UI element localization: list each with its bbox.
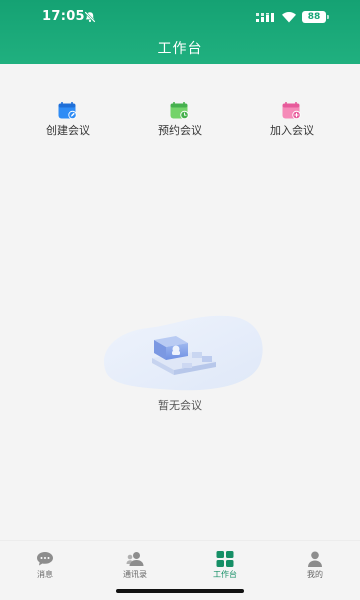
join-meeting-button[interactable]: 加入会议 bbox=[252, 100, 332, 140]
tab-messages-label: 消息 bbox=[37, 570, 53, 579]
message-bubble-icon bbox=[37, 552, 53, 566]
bell-muted-icon bbox=[84, 11, 96, 23]
app-header: 17:05 88 工作台 bbox=[0, 0, 360, 64]
schedule-meeting-label: 预约会议 bbox=[158, 124, 202, 137]
home-indicator[interactable] bbox=[116, 589, 244, 593]
schedule-meeting-icon bbox=[170, 102, 189, 120]
tab-workspace-label: 工作台 bbox=[213, 570, 237, 579]
tab-mine-label: 我的 bbox=[307, 570, 323, 579]
empty-state-text: 暂无会议 bbox=[158, 399, 202, 412]
empty-meeting-illustration bbox=[103, 315, 263, 391]
contacts-icon bbox=[126, 552, 144, 566]
battery-level: 88 bbox=[302, 11, 326, 23]
status-time: 17:05 bbox=[42, 9, 85, 24]
create-meeting-label: 创建会议 bbox=[46, 124, 90, 137]
status-bar: 17:05 88 bbox=[0, 0, 360, 34]
workspace-grid-icon bbox=[216, 551, 234, 567]
schedule-meeting-button[interactable]: 预约会议 bbox=[140, 100, 220, 140]
tab-mine[interactable]: 我的 bbox=[280, 541, 350, 585]
create-meeting-icon bbox=[58, 102, 77, 120]
tab-contacts[interactable]: 通讯录 bbox=[100, 541, 170, 585]
cellular-signal-icon bbox=[256, 13, 274, 22]
tab-contacts-label: 通讯录 bbox=[123, 570, 147, 579]
join-meeting-icon bbox=[282, 102, 301, 120]
page-title: 工作台 bbox=[157, 41, 203, 57]
join-meeting-label: 加入会议 bbox=[270, 124, 314, 137]
wifi-icon bbox=[282, 12, 296, 23]
create-meeting-button[interactable]: 创建会议 bbox=[28, 100, 108, 140]
person-icon bbox=[308, 551, 322, 567]
tab-messages[interactable]: 消息 bbox=[10, 541, 80, 585]
battery-cap bbox=[327, 15, 329, 19]
tab-workspace[interactable]: 工作台 bbox=[190, 541, 260, 585]
